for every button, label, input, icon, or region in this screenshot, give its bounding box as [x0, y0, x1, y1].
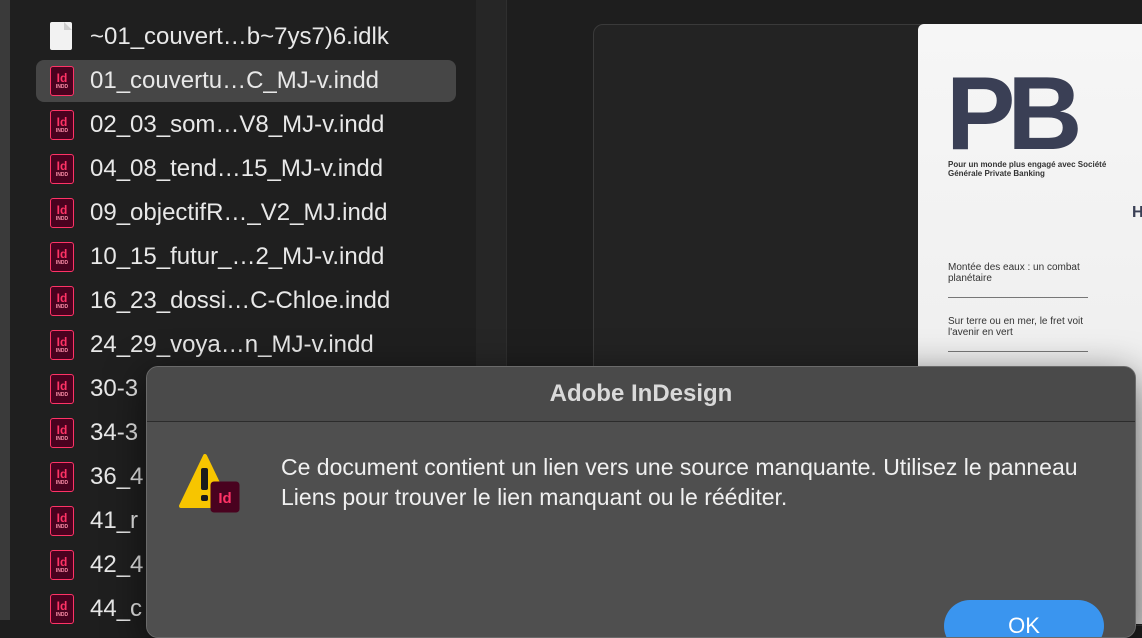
indesign-file-icon: Id INDD: [50, 462, 74, 492]
file-name: 02_03_som…V8_MJ-v.indd: [90, 111, 385, 138]
cover-tagline: Pour un monde plus engagé avec Société G…: [948, 160, 1107, 178]
file-name: 24_29_voya…n_MJ-v.indd: [90, 331, 374, 358]
file-row[interactable]: Id INDD 10_15_futur_…2_MJ-v.indd: [36, 236, 456, 278]
indesign-file-icon: Id INDD: [50, 550, 74, 580]
indesign-icon-sublabel: INDD: [55, 259, 69, 266]
dialog-titlebar[interactable]: Adobe InDesign: [147, 367, 1135, 422]
indesign-icon-sublabel: INDD: [55, 127, 69, 134]
cover-item-1: Montée des eaux : un combat planétaire: [948, 262, 1080, 284]
indesign-icon-label: Id: [56, 202, 68, 217]
indesign-file-icon: Id INDD: [50, 330, 74, 360]
indesign-icon-sublabel: INDD: [55, 391, 69, 398]
indesign-icon-sublabel: INDD: [55, 303, 69, 310]
file-name: 42_4: [90, 551, 144, 578]
file-name: 04_08_tend…15_MJ-v.indd: [90, 155, 384, 182]
indesign-icon-sublabel: INDD: [55, 83, 69, 90]
indesign-icon-sublabel: INDD: [55, 215, 69, 222]
cover-divider: [948, 351, 1088, 352]
file-name: 34-3: [90, 419, 139, 446]
file-row[interactable]: Id INDD 24_29_voya…n_MJ-v.indd: [36, 324, 456, 366]
indesign-icon-label: Id: [56, 378, 68, 393]
file-name: 09_objectifR…_V2_MJ.indd: [90, 199, 388, 226]
indesign-icon-label: Id: [56, 510, 68, 525]
indesign-icon-label: Id: [56, 466, 68, 481]
indesign-icon-sublabel: INDD: [55, 611, 69, 618]
indesign-icon-sublabel: INDD: [55, 435, 69, 442]
indesign-icon-label: Id: [56, 554, 68, 569]
indesign-icon-sublabel: INDD: [55, 347, 69, 354]
indesign-icon-label: Id: [56, 114, 68, 129]
dialog-body: Id Ce document contient un lien vers une…: [147, 422, 1135, 637]
file-name: 44_c: [90, 595, 143, 622]
svg-text:Id: Id: [218, 490, 231, 507]
indesign-icon-sublabel: INDD: [55, 567, 69, 574]
indesign-file-icon: Id INDD: [50, 506, 74, 536]
indesign-icon-label: Id: [56, 70, 68, 85]
document-icon: [50, 22, 74, 52]
file-name: 30-3: [90, 375, 139, 402]
alert-dialog: Adobe InDesign Id Ce document contient u…: [146, 366, 1136, 638]
file-row[interactable]: Id INDD 02_03_som…V8_MJ-v.indd: [36, 104, 456, 146]
file-row[interactable]: Id INDD 01_couvertu…C_MJ-v.indd: [36, 60, 456, 102]
indesign-icon-sublabel: INDD: [55, 479, 69, 486]
indesign-file-icon: Id INDD: [50, 242, 74, 272]
file-row[interactable]: Id INDD 16_23_dossi…C-Chloe.indd: [36, 280, 456, 322]
indesign-file-icon: Id INDD: [50, 198, 74, 228]
file-name: 01_couvertu…C_MJ-v.indd: [90, 67, 380, 94]
sidebar-edge: [0, 0, 10, 620]
file-name: 41_r: [90, 507, 139, 534]
indesign-file-icon: Id INDD: [50, 154, 74, 184]
indesign-file-icon: Id INDD: [50, 374, 74, 404]
file-row[interactable]: Id INDD 09_objectifR…_V2_MJ.indd: [36, 192, 456, 234]
warning-indesign-icon: Id: [179, 454, 240, 513]
indesign-icon-label: Id: [56, 158, 68, 173]
cover-divider: [948, 297, 1088, 298]
file-name: 16_23_dossi…C-Chloe.indd: [90, 287, 391, 314]
indesign-file-icon: Id INDD: [50, 286, 74, 316]
indesign-file-icon: Id INDD: [50, 66, 74, 96]
dialog-title: Adobe InDesign: [549, 380, 733, 407]
indesign-icon-sublabel: INDD: [55, 523, 69, 530]
indesign-icon-label: Id: [56, 422, 68, 437]
indesign-icon-sublabel: INDD: [55, 171, 69, 178]
indesign-icon-label: Id: [56, 334, 68, 349]
indesign-icon-label: Id: [56, 290, 68, 305]
pb-logo: PB: [946, 56, 1083, 172]
dialog-message: Ce document contient un lien vers une so…: [281, 454, 1078, 510]
file-row[interactable]: Id INDD 04_08_tend…15_MJ-v.indd: [36, 148, 456, 190]
ok-button[interactable]: OK: [944, 600, 1104, 637]
file-name: 10_15_futur_…2_MJ-v.indd: [90, 243, 385, 270]
indesign-file-icon: Id INDD: [50, 110, 74, 140]
indesign-icon-label: Id: [56, 246, 68, 261]
file-row[interactable]: ~01_couvert…b~7ys7)6.idlk: [36, 16, 456, 58]
file-name: ~01_couvert…b~7ys7)6.idlk: [90, 23, 389, 50]
indesign-file-icon: Id INDD: [50, 418, 74, 448]
indesign-icon-label: Id: [56, 598, 68, 613]
file-name: 36_4: [90, 463, 144, 490]
cover-heading-partial: H: [1132, 204, 1142, 221]
cover-item-2: Sur terre ou en mer, le fret voit l'aven…: [948, 316, 1084, 338]
